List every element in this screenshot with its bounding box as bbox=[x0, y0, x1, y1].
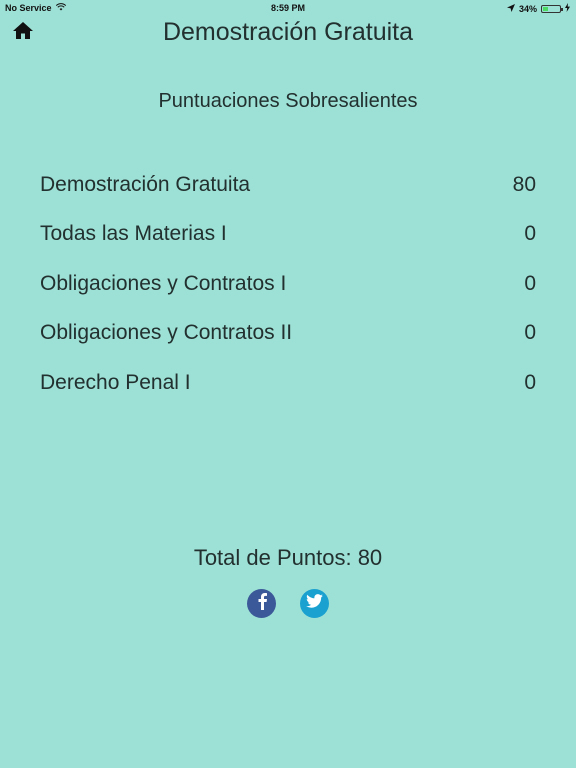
score-row-value: 80 bbox=[512, 172, 536, 196]
score-row: Todas las Materias I 0 bbox=[40, 210, 536, 260]
facebook-share-button[interactable] bbox=[247, 589, 276, 618]
score-row-name: Demostración Gratuita bbox=[40, 172, 251, 196]
battery-fill bbox=[543, 6, 549, 11]
status-time: 8:59 PM bbox=[270, 3, 305, 13]
status-bar: No Service 8:59 PM 34% bbox=[0, 0, 576, 16]
score-row-value: 0 bbox=[524, 370, 536, 394]
twitter-share-button[interactable] bbox=[300, 589, 329, 618]
score-list: Demostración Gratuita 80 Todas las Mater… bbox=[40, 160, 536, 408]
score-row: Obligaciones y Contratos I 0 bbox=[40, 259, 536, 309]
score-row: Obligaciones y Contratos II 0 bbox=[40, 309, 536, 359]
page-title: Demostración Gratuita bbox=[162, 18, 414, 46]
battery-icon bbox=[541, 4, 563, 13]
score-row: Derecho Penal I 0 bbox=[40, 358, 536, 408]
score-row-value: 0 bbox=[524, 271, 536, 295]
total-points: Total de Puntos: 80 bbox=[193, 545, 383, 570]
charging-bolt-icon bbox=[565, 3, 570, 14]
score-row: Demostración Gratuita 80 bbox=[40, 160, 536, 210]
battery-percent: 34% bbox=[518, 3, 537, 14]
status-right: 34% bbox=[506, 3, 570, 14]
social-share bbox=[0, 589, 576, 618]
facebook-icon bbox=[256, 592, 268, 615]
scores-heading: Puntuaciones Sobresalientes bbox=[158, 90, 418, 112]
score-row-name: Obligaciones y Contratos I bbox=[40, 271, 287, 295]
score-row-name: Obligaciones y Contratos II bbox=[40, 321, 293, 345]
score-row-name: Todas las Materias I bbox=[40, 222, 227, 246]
score-row-value: 0 bbox=[524, 222, 536, 246]
location-arrow-icon bbox=[506, 3, 515, 14]
twitter-icon bbox=[306, 594, 323, 613]
score-row-name: Derecho Penal I bbox=[40, 370, 191, 394]
score-row-value: 0 bbox=[524, 321, 536, 345]
